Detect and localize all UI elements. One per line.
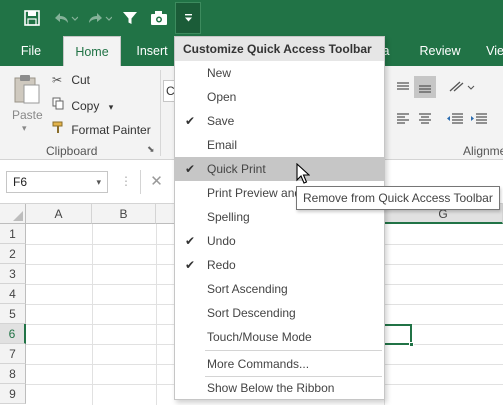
- menu-item-label: Sort Ascending: [207, 282, 288, 296]
- menu-title: Customize Quick Access Toolbar: [175, 37, 384, 61]
- menu-item-label: More Commands...: [207, 357, 310, 371]
- paintbrush-icon: [52, 121, 68, 137]
- row-header-1[interactable]: 1: [0, 224, 26, 244]
- menu-item-label: Save: [207, 114, 235, 128]
- menu-item-more-commands[interactable]: More Commands...: [175, 352, 384, 376]
- checkmark-icon: ✔: [185, 114, 196, 128]
- tooltip: Remove from Quick Access Toolbar: [296, 186, 500, 210]
- menu-item-sort-ascending[interactable]: Sort Ascending: [175, 277, 384, 301]
- checkmark-icon: ✔: [185, 258, 196, 272]
- align-middle-icon[interactable]: [414, 76, 436, 98]
- menu-separator: [205, 350, 382, 351]
- menu-item-quick-print[interactable]: ✔ Quick Print: [175, 157, 384, 181]
- customize-qat-menu: Customize Quick Access Toolbar New Open …: [174, 36, 385, 400]
- menu-item-label: New: [207, 66, 232, 80]
- redo-icon[interactable]: [84, 7, 114, 29]
- row-header-9[interactable]: 9: [0, 384, 26, 404]
- undo-icon[interactable]: [50, 7, 80, 29]
- menu-item-open[interactable]: Open: [175, 85, 384, 109]
- menu-item-label: Show Below the Ribbon: [207, 381, 335, 395]
- menu-item-email[interactable]: Email: [175, 133, 384, 157]
- row-header-4[interactable]: 4: [0, 284, 26, 304]
- alignment-group-label: Alignme: [463, 144, 503, 158]
- menu-item-label: Touch/Mouse Mode: [207, 330, 312, 344]
- cut-button[interactable]: ✂ Cut: [52, 73, 90, 87]
- paste-button[interactable]: Paste: [12, 108, 43, 122]
- column-header-c[interactable]: [156, 204, 176, 224]
- menu-item-show-below-ribbon[interactable]: Show Below the Ribbon: [175, 376, 384, 400]
- menu-item-label: Undo: [207, 234, 236, 248]
- row-header-2[interactable]: 2: [0, 244, 26, 264]
- menu-item-touch-mouse-mode[interactable]: Touch/Mouse Mode: [175, 325, 384, 349]
- cancel-icon[interactable]: ✕: [140, 170, 172, 194]
- select-all-corner[interactable]: [0, 204, 26, 224]
- menu-item-undo[interactable]: ✔ Undo: [175, 229, 384, 253]
- filter-icon[interactable]: [120, 7, 140, 29]
- tab-insert[interactable]: Insert: [130, 36, 174, 66]
- menu-item-redo[interactable]: ✔ Redo: [175, 253, 384, 277]
- paste-icon[interactable]: [12, 74, 42, 109]
- chevron-down-icon: ▾: [96, 177, 101, 187]
- copy-button[interactable]: Copy ▾: [52, 97, 113, 113]
- format-painter-button[interactable]: Format Painter: [52, 121, 151, 137]
- row-header-3[interactable]: 3: [0, 264, 26, 284]
- menu-item-sort-descending[interactable]: Sort Descending: [175, 301, 384, 325]
- menu-item-label: Redo: [207, 258, 236, 272]
- increase-indent-icon[interactable]: [470, 112, 488, 129]
- menu-item-new[interactable]: New: [175, 61, 384, 85]
- group-divider: [160, 70, 161, 156]
- align-left-icon[interactable]: [396, 112, 410, 129]
- row-header-7[interactable]: 7: [0, 344, 26, 364]
- cut-label: Cut: [71, 73, 91, 87]
- dialog-launcher-icon[interactable]: ⬊: [147, 144, 155, 155]
- mouse-cursor-icon: [296, 163, 310, 184]
- align-top-icon[interactable]: [396, 80, 410, 97]
- menu-item-label: Quick Print: [207, 162, 266, 176]
- more-icon: ⋮: [120, 174, 132, 188]
- checkmark-icon: ✔: [185, 162, 196, 176]
- paste-dropdown-icon[interactable]: ▾: [22, 123, 27, 134]
- row-header-6[interactable]: 6: [0, 324, 26, 344]
- tab-home[interactable]: Home: [63, 36, 121, 66]
- checkmark-icon: ✔: [185, 234, 196, 248]
- row-header-5[interactable]: 5: [0, 304, 26, 324]
- menu-item-save[interactable]: ✔ Save: [175, 109, 384, 133]
- tab-review[interactable]: Review: [412, 36, 468, 66]
- menu-item-label: Open: [207, 90, 237, 104]
- quick-access-toolbar: [0, 0, 503, 36]
- menu-item-label: Print Preview and: [207, 186, 302, 200]
- chevron-down-icon: ▾: [108, 102, 114, 112]
- name-box[interactable]: F6 ▾: [6, 171, 108, 193]
- gridline: [156, 224, 157, 405]
- clipboard-group-label: Clipboard: [46, 144, 98, 158]
- copy-label: Copy: [71, 99, 100, 113]
- fill-handle[interactable]: [409, 342, 414, 347]
- active-cell-f6[interactable]: [384, 324, 414, 347]
- tab-file[interactable]: File: [10, 36, 52, 66]
- menu-item-label: Email: [207, 138, 238, 152]
- scissors-icon: ✂: [52, 73, 63, 87]
- column-header-b[interactable]: B: [92, 204, 156, 224]
- column-header-a[interactable]: A: [26, 204, 92, 224]
- menu-item-label: Sort Descending: [207, 306, 296, 320]
- menu-item-label: Spelling: [207, 210, 250, 224]
- gridline: [92, 224, 93, 405]
- copy-icon: [52, 97, 68, 113]
- row-header-8[interactable]: 8: [0, 364, 26, 384]
- name-box-value: F6: [13, 175, 28, 189]
- save-icon[interactable]: [22, 7, 42, 29]
- customize-dropdown-button[interactable]: [175, 2, 201, 34]
- decrease-indent-icon[interactable]: [446, 112, 464, 129]
- format-painter-label: Format Painter: [71, 123, 151, 137]
- align-center-icon[interactable]: [418, 112, 432, 129]
- orientation-icon[interactable]: [448, 79, 476, 98]
- tab-view[interactable]: Vie: [480, 36, 503, 66]
- camera-icon[interactable]: [148, 7, 170, 29]
- customize-dropdown-icon: [185, 14, 192, 22]
